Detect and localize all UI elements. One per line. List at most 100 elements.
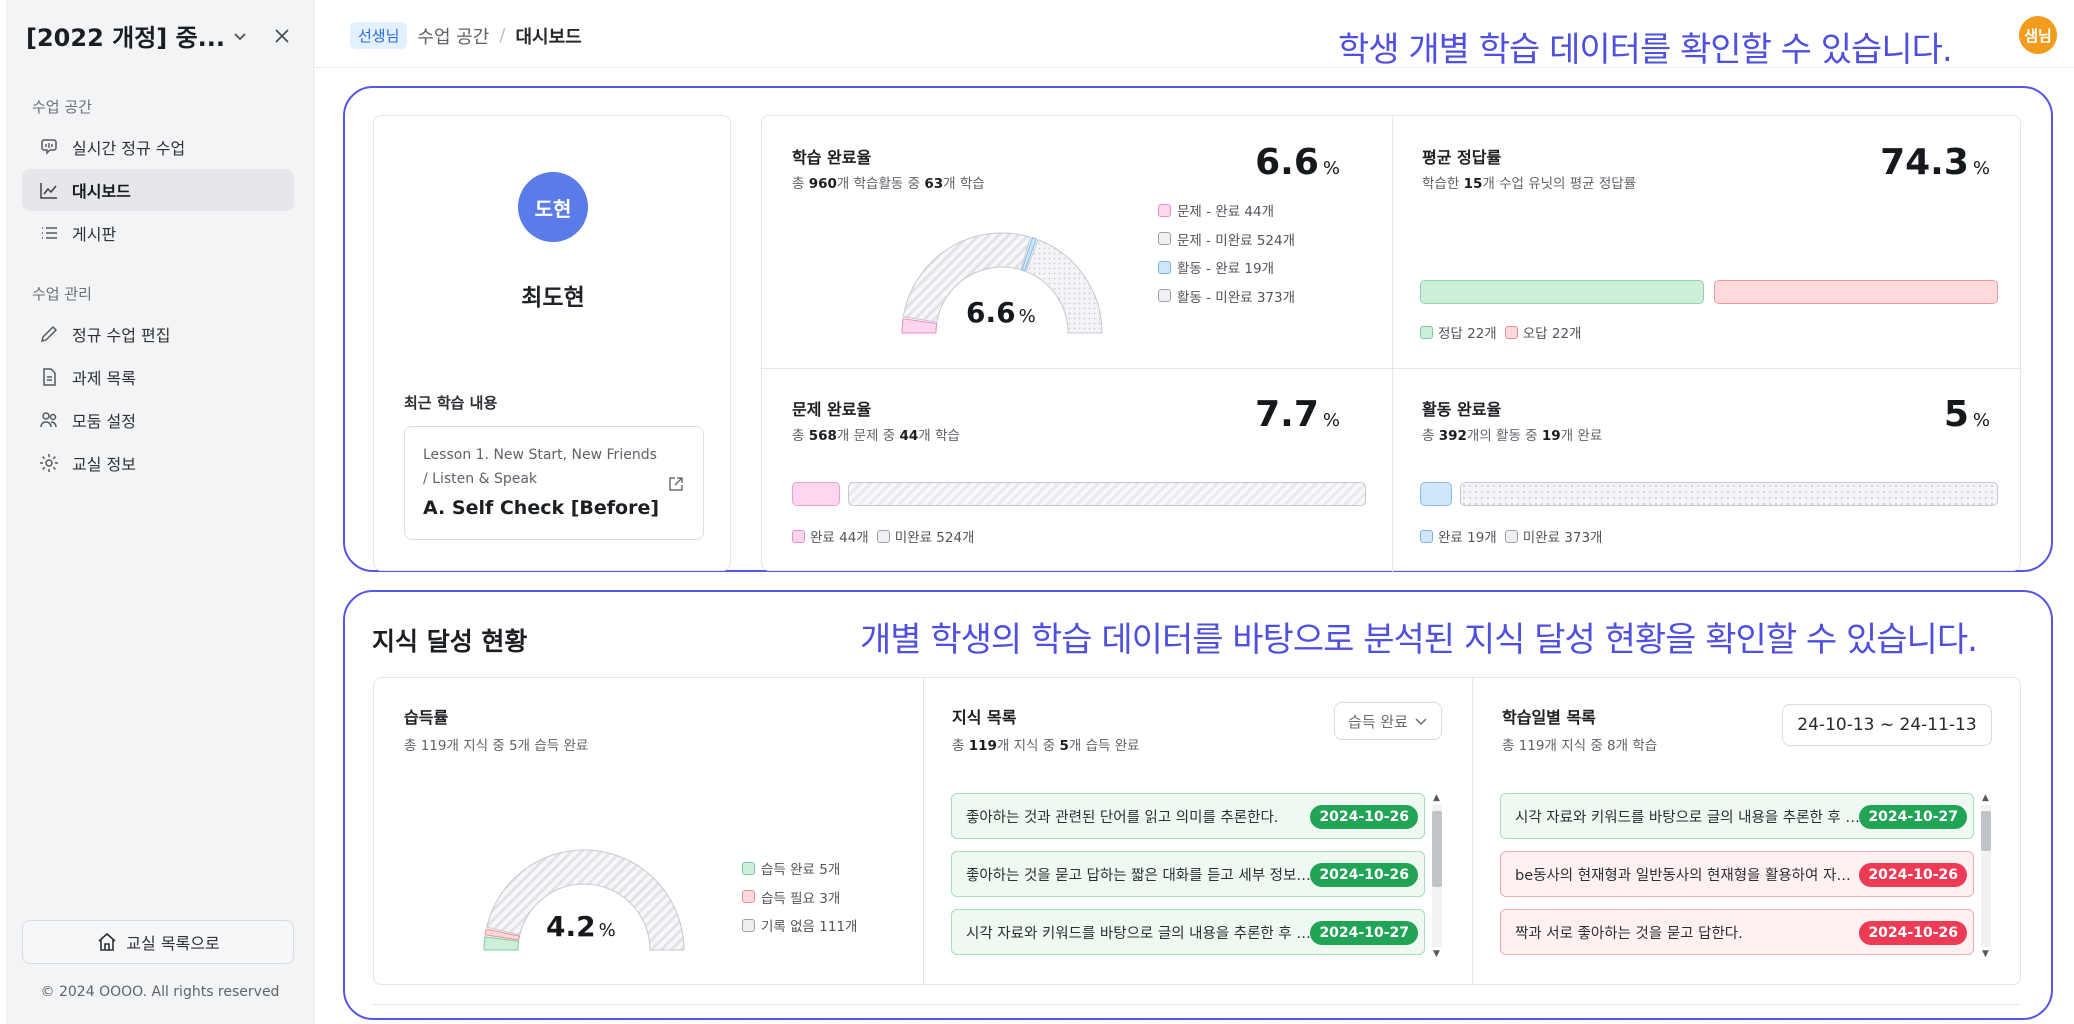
status-filter-value: 습득 완료 [1348, 712, 1408, 731]
knowledge-text: 좋아하는 것을 묻고 답하는 짧은 대화를 듣고 세부 정보를 파악한다. [966, 867, 1314, 884]
sidebar-item-class-info[interactable]: 교실 정보 [22, 442, 294, 484]
gauge-activity-todo [1025, 239, 1103, 334]
role-badge: 선생님 [350, 22, 408, 49]
problem-subtitle: 총 568개 문제 중 44개 학습 [792, 428, 960, 444]
knowledge-text: 좋아하는 것과 관련된 단어를 읽고 의미를 추론한다. [966, 809, 1279, 826]
sidebar-item-live-class[interactable]: 실시간 정규 수업 [22, 126, 294, 168]
close-icon[interactable] [268, 22, 296, 50]
sidebar-item-edit-class[interactable]: 정규 수업 편집 [22, 313, 294, 355]
knowledge-list[interactable]: 좋아하는 것과 관련된 단어를 읽고 의미를 추론한다. 2024-10-26 좋… [951, 793, 1443, 959]
pencil-icon [40, 325, 58, 343]
knowledge-list-scrollbar[interactable]: ▲ ▼ [1429, 793, 1443, 959]
list-icon [42, 227, 57, 239]
user-avatar[interactable]: 샘님 [2019, 16, 2057, 54]
legend-correct: 정답 22개 [1438, 326, 1497, 342]
completion-value: 6.6% [1255, 142, 1340, 183]
sidebar-item-label: 모둠 설정 [72, 412, 136, 431]
accuracy-legend: 정답 22개 오답 22개 [1420, 322, 1581, 342]
daily-list-subtitle: 총 119개 지식 중 8개 학습 [1502, 738, 1658, 754]
daily-list-title: 학습일별 목록 [1502, 708, 1596, 727]
legend-needed: 습득 필요 3개 [761, 890, 841, 907]
date-badge: 2024-10-27 [1310, 921, 1418, 945]
legend-activity-todo: 미완료 373개 [1522, 530, 1603, 546]
sidebar-item-label: 대시보드 [72, 182, 131, 201]
classroom-header: [2022 개정] 중... [26, 18, 296, 52]
date-range-picker[interactable]: 24-10-13 ~ 24-11-13 [1782, 704, 1992, 746]
sidebar-item-label: 과제 목록 [72, 369, 136, 388]
status-filter-dropdown[interactable]: 습득 완료 [1334, 702, 1442, 740]
acquisition-legend: 습득 완료 5개 습득 필요 3개 기록 없음 111개 [742, 854, 857, 940]
accuracy-wrong-bar [1714, 280, 1998, 304]
problem-todo-bar [848, 482, 1366, 506]
sidebar-item-assignments[interactable]: 과제 목록 [22, 356, 294, 398]
home-icon [98, 932, 116, 951]
list-item[interactable]: 좋아하는 것과 관련된 단어를 읽고 의미를 추론한다. 2024-10-26 [951, 793, 1425, 839]
accuracy-correct-bar [1420, 280, 1704, 304]
next-section-edge [372, 1004, 2020, 1024]
sidebar-item-label: 게시판 [72, 225, 117, 244]
legend-swatch-activity-todo [1158, 289, 1171, 303]
acquisition-title: 습득률 [404, 708, 449, 727]
lesson-subtitle: Lesson 1. New Start, New Friends / Liste… [423, 447, 657, 487]
legend-swatch-problem-todo [1158, 232, 1171, 246]
classroom-title[interactable]: [2022 개정] 중... [26, 18, 225, 53]
lesson-title: A. Self Check [Before] [423, 497, 660, 519]
legend-swatch-activity-todo [1504, 529, 1518, 543]
legend-swatch-wrong [1504, 325, 1518, 339]
completion-legend: 문제 - 완료 44개 문제 - 미완료 524개 활동 - 완료 19개 활동… [1158, 196, 1295, 310]
activity-todo-bar [1460, 482, 1998, 506]
student-name: 최도현 [521, 285, 585, 311]
legend-problem-done: 완료 44개 [810, 530, 869, 546]
knowledge-text: be동사의 현재형과 일반동사의 현재형을 활용하여 자신을 소개한다. [1515, 867, 1863, 884]
daily-list[interactable]: 시각 자료와 키워드를 바탕으로 글의 내용을 추론한 후 읽는다. 2024-1… [1500, 793, 1992, 959]
student-avatar: 도현 [518, 172, 588, 242]
annotation-student-data: 학생 개별 학습 데이터를 확인할 수 있습니다. [1338, 30, 1953, 70]
list-item[interactable]: be동사의 현재형과 일반동사의 현재형을 활용하여 자신을 소개한다.2024… [1500, 851, 1974, 897]
sidebar-item-dashboard[interactable]: 대시보드 [22, 169, 294, 211]
legend-no-record: 기록 없음 111개 [761, 919, 858, 936]
date-badge: 2024-10-27 [1859, 805, 1967, 829]
recent-lesson-card[interactable]: Lesson 1. New Start, New Friends / Liste… [404, 426, 704, 540]
legend-swatch-problem-todo [876, 529, 890, 543]
list-item[interactable]: 짝과 서로 좋아하는 것을 묻고 답한다. 2024-10-26 [1500, 909, 1974, 955]
back-to-classrooms-button[interactable]: 교실 목록으로 [22, 920, 294, 964]
knowledge-title: 지식 달성 현황 [372, 627, 528, 656]
date-badge: 2024-10-26 [1310, 805, 1418, 829]
legend-activity-todo: 활동 - 미완료 373개 [1177, 289, 1296, 306]
problem-value: 7.7% [1255, 394, 1340, 435]
sidebar-item-board[interactable]: 게시판 [22, 212, 294, 254]
breadcrumb: 선생님 수업 공간 / 대시보드 [350, 22, 582, 49]
chevron-down-icon[interactable] [226, 22, 254, 50]
chevron-down-icon [1415, 718, 1427, 726]
sidebar-item-label: 교실 정보 [72, 455, 136, 474]
student-profile-card: 도현 최도현 최근 학습 내용 Lesson 1. New Start, New… [373, 115, 731, 571]
list-item[interactable]: 좋아하는 것을 묻고 답하는 짧은 대화를 듣고 세부 정보를 파악한다.202… [951, 851, 1425, 897]
legend-swatch-correct [1420, 325, 1433, 339]
sidebar-item-label: 정규 수업 편집 [72, 326, 171, 345]
accuracy-value: 74.3% [1880, 142, 1990, 183]
completion-subtitle: 총 960개 학습활동 중 63개 학습 [792, 176, 985, 192]
external-link-icon[interactable] [667, 475, 685, 493]
legend-swatch-problem-done [792, 529, 805, 543]
users-icon [40, 412, 57, 428]
breadcrumb-dashboard: 대시보드 [515, 26, 582, 48]
activity-title: 활동 완료율 [1422, 400, 1502, 419]
legend-activity-done: 완료 19개 [1438, 530, 1497, 546]
document-icon [43, 368, 56, 386]
breadcrumb-class-space[interactable]: 수업 공간 [417, 23, 489, 49]
annotation-knowledge: 개별 학생의 학습 데이터를 바탕으로 분석된 지식 달성 현황을 확인할 수 … [860, 620, 1978, 660]
legend-swatch-activity-done [1158, 260, 1171, 274]
date-badge: 2024-10-26 [1859, 863, 1967, 887]
knowledge-list-subtitle: 총 119개 지식 중 5개 습득 완료 [952, 738, 1140, 754]
acquisition-gauge-value: 4.2% [546, 910, 616, 943]
daily-list-scrollbar[interactable]: ▲ ▼ [1978, 793, 1992, 959]
knowledge-text: 시각 자료와 키워드를 바탕으로 글의 내용을 추론한 후 읽는다. [1515, 809, 1863, 826]
copyright: © 2024 OOOO. All rights reserved [40, 984, 280, 1000]
list-item[interactable]: 시각 자료와 키워드를 바탕으로 글의 내용을 추론한 후 읽는다. 2024-1… [1500, 793, 1974, 839]
problem-title: 문제 완료율 [792, 400, 872, 419]
accuracy-title: 평균 정답률 [1422, 148, 1502, 167]
sidebar-item-groups[interactable]: 모둠 설정 [22, 399, 294, 441]
legend-wrong: 오답 22개 [1522, 326, 1582, 342]
list-item[interactable]: 시각 자료와 키워드를 바탕으로 글의 내용을 추론한 후 읽는다. 2024-1… [951, 909, 1425, 955]
accuracy-subtitle: 학습한 15개 수업 유닛의 평균 정답률 [1422, 176, 1637, 192]
